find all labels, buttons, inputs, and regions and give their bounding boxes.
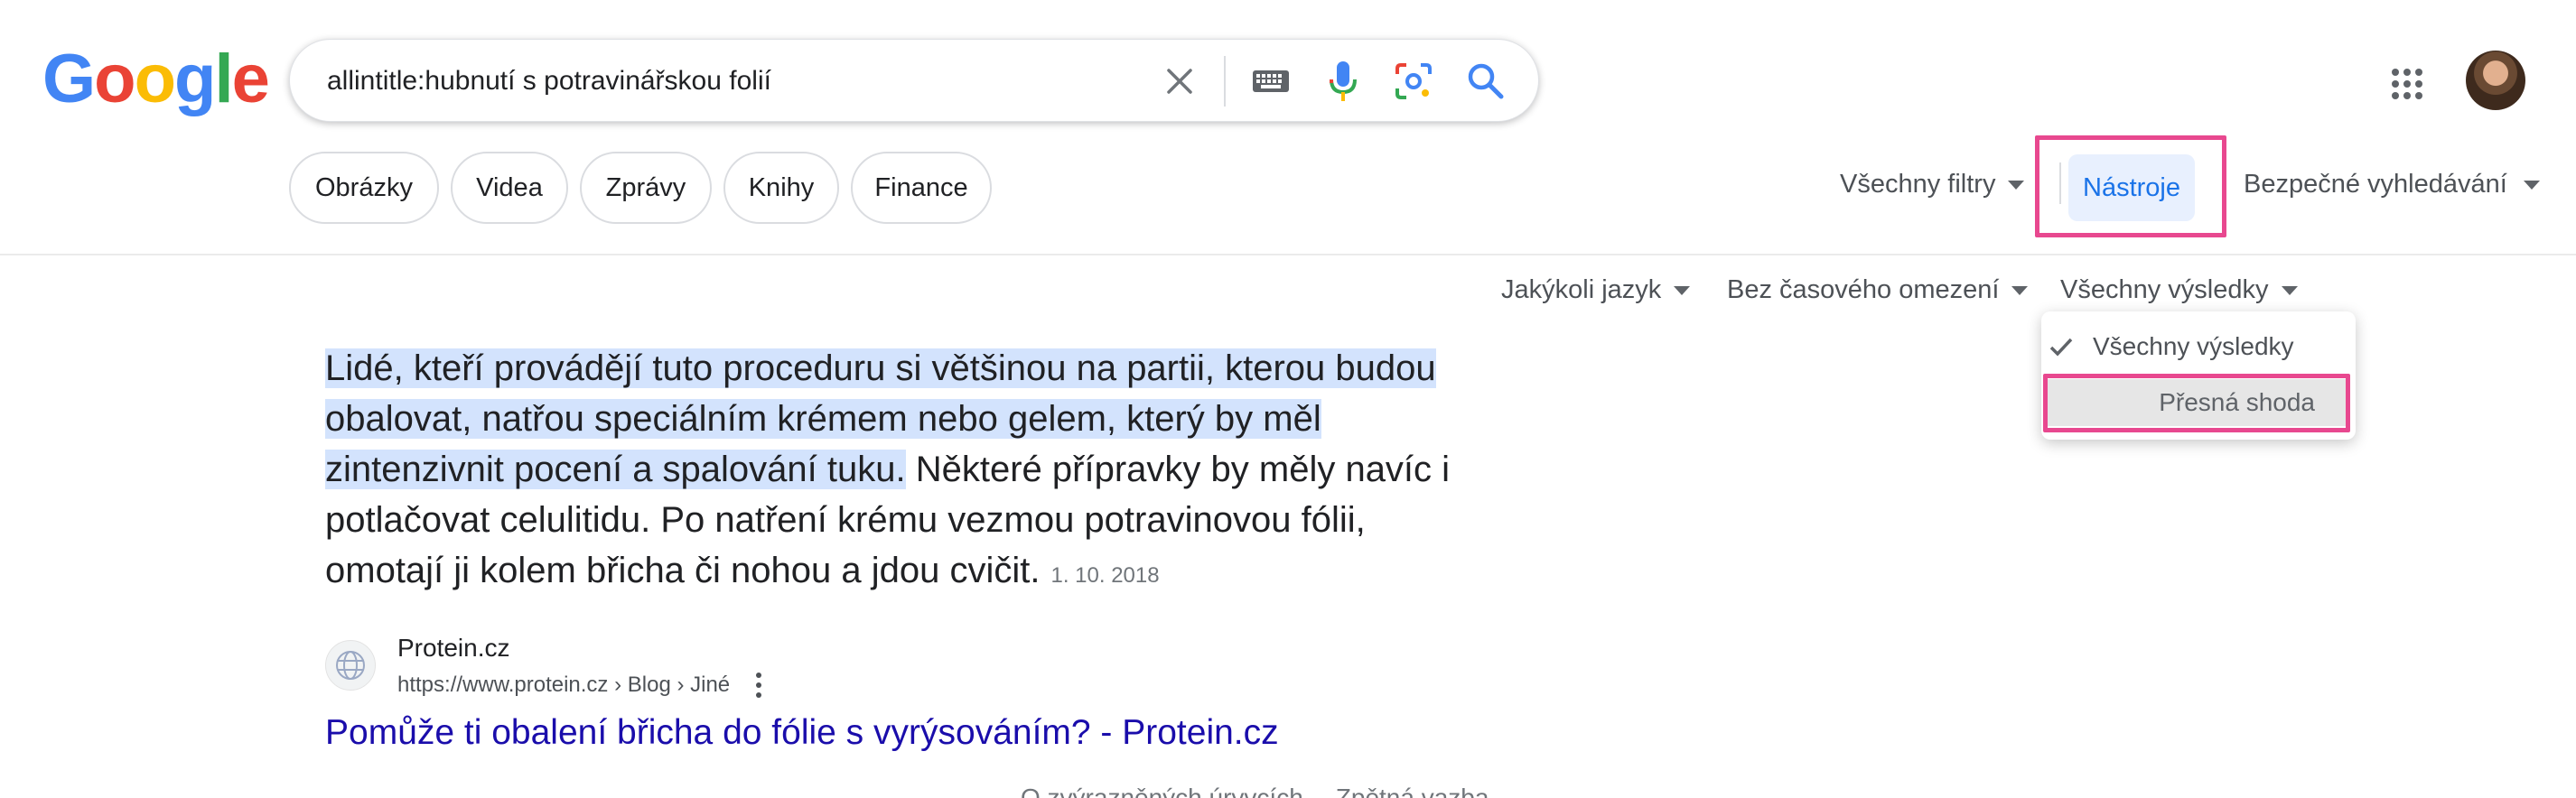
globe-icon [336,651,365,680]
all-filters-label: Všechny filtry [1840,170,1996,199]
close-icon[interactable] [1162,63,1198,99]
result-url[interactable]: https://www.protein.cz › Blog › Jiné [397,673,730,698]
result-title-link[interactable]: Pomůže ti obalení břicha do fólie s vyrý… [325,713,1279,753]
results-dropdown[interactable]: Všechny výsledky [2060,275,2298,305]
check-icon [2049,338,2073,357]
annotation-highlight-tools [2035,135,2226,237]
site-favicon[interactable] [325,640,376,691]
chip-books[interactable]: Knihy [723,152,839,224]
logo-letter: l [214,41,233,117]
caret-down-icon [2011,285,2029,295]
search-input[interactable]: allintitle:hubnutí s potravinářskou foli… [327,65,771,97]
chip-images[interactable]: Obrázky [289,152,439,224]
avatar[interactable] [2466,51,2525,110]
snippet-date: 1. 10. 2018 [1050,563,1160,588]
time-dropdown-label: Bez časového omezení [1727,275,2000,304]
chip-finance[interactable]: Finance [851,152,992,224]
time-dropdown[interactable]: Bez časového omezení [1727,275,2029,305]
feedback-link[interactable]: Zpětná vazba [1336,784,1489,798]
caret-down-icon [2281,285,2298,295]
menu-item-label: Všechny výsledky [2093,332,2294,360]
header-divider [0,254,2576,255]
caret-down-icon [2008,180,2025,190]
chip-videos[interactable]: Videa [451,152,568,224]
keyboard-icon[interactable] [1252,66,1290,97]
safe-search-label: Bezpečné vyhledávání [2244,170,2507,199]
featured-snippet: Lidé, kteří provádějí tuto proceduru si … [325,343,1472,601]
logo-letter: G [42,41,96,117]
more-options-icon[interactable] [753,672,764,699]
logo-letter: g [174,41,216,117]
logo-letter: o [94,41,135,117]
lens-icon[interactable] [1394,61,1433,101]
annotation-highlight-exact-match [2043,374,2350,432]
apps-grid-icon[interactable] [2391,68,2423,100]
chip-news[interactable]: Zprávy [580,152,712,224]
search-box-divider [1224,56,1226,107]
menu-item-all-results[interactable]: Všechny výsledky [2048,329,2294,365]
results-dropdown-label: Všechny výsledky [2060,275,2269,304]
safe-search-button[interactable]: Bezpečné vyhledávání [2244,170,2540,200]
result-site-name[interactable]: Protein.cz [397,634,510,663]
caret-down-icon [2523,180,2540,190]
mic-icon[interactable] [1327,60,1359,103]
logo-letter: e [231,41,270,117]
snippet-footer: O zvýrazněných úryvcích Zpětná vazba [1021,784,1489,798]
caret-down-icon [1674,285,1691,295]
search-icon[interactable] [1466,61,1506,101]
about-snippets-link[interactable]: O zvýrazněných úryvcích [1021,784,1303,798]
all-filters-button[interactable]: Všechny filtry [1840,170,2025,200]
google-logo[interactable]: Google [42,41,270,117]
language-dropdown-label: Jakýkoli jazyk [1501,275,1662,304]
logo-letter: o [134,41,176,117]
language-dropdown[interactable]: Jakýkoli jazyk [1501,275,1691,305]
